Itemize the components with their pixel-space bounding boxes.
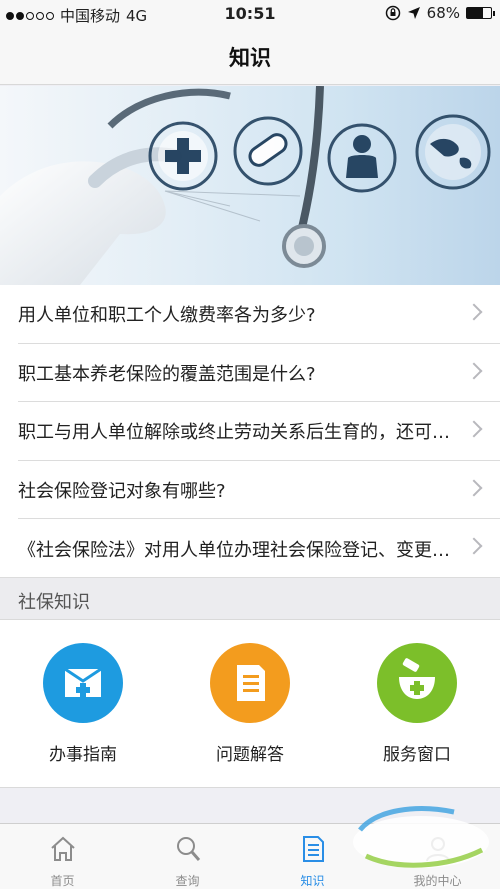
faq-item[interactable]: 职工与用人单位解除或终止劳动关系后生育的，还可以享受生育保险待遇吗? [0,402,500,461]
service-window-button[interactable]: 服务窗口 [334,620,500,788]
banner-image[interactable] [0,86,500,285]
medical-cross-circle [148,121,218,191]
faq-list: 用人单位和职工个人缴费率各为多少? 职工基本养老保险的覆盖范围是什么? 职工与用… [0,285,500,578]
chevron-right-icon [465,420,483,438]
tab-home[interactable]: 首页 [0,824,125,889]
faq-question: 职工与用人单位解除或终止劳动关系后生育的，还可以享受生育保险待遇吗? [18,422,454,444]
service-label: 问题解答 [216,745,284,765]
faq-item[interactable]: 社会保险登记对象有哪些? [0,461,500,520]
faq-item[interactable]: 《社会保险法》对用人单位办理社会保险登记、变更或注销登记是如何规定的? [0,519,500,578]
medical-banner-illustration [0,86,491,285]
faq-question: 《社会保险法》对用人单位办理社会保险登记、变更或注销登记是如何规定的? [18,539,454,561]
location-arrow-icon [407,7,420,19]
section-header: 社保知识 [0,578,500,620]
status-right: 68% [385,4,495,22]
section-title: 社保知识 [18,592,90,613]
envelope-plus-icon [64,667,102,697]
service-circle [43,643,123,723]
service-guide-button[interactable]: 办事指南 [0,620,166,788]
rotation-lock-icon [385,5,400,21]
service-qa-button[interactable]: 问题解答 [167,620,333,788]
document-icon [237,665,265,701]
chevron-right-icon [465,537,483,555]
chevron-right-icon [465,479,483,497]
navigation-bar: 知识 [0,28,500,85]
faq-item[interactable]: 用人单位和职工个人缴费率各为多少? [0,285,500,344]
faq-question: 社会保险登记对象有哪些? [18,481,226,503]
service-label: 服务窗口 [383,745,451,765]
faq-question: 职工基本养老保险的覆盖范围是什么? [18,363,316,385]
faq-item[interactable]: 职工基本养老保险的覆盖范围是什么? [0,344,500,403]
world-map-circle [415,114,491,190]
tab-search[interactable]: 查询 [125,824,250,889]
chevron-right-icon [465,303,483,321]
chevron-right-icon [465,362,483,380]
page-title: 知识 [229,46,271,70]
service-grid: 办事指南 问题解答 服务窗口 [0,620,500,788]
mortar-plus-icon [399,658,435,699]
site-watermark-logo [353,806,489,868]
battery-icon [466,7,495,19]
document-icon [303,836,324,862]
faq-question: 用人单位和职工个人缴费率各为多少? [18,305,316,327]
service-label: 办事指南 [49,745,117,765]
tab-label: 查询 [175,874,200,888]
tab-label: 首页 [50,874,75,888]
battery-percent: 68% [426,4,460,22]
home-icon [51,836,75,861]
status-bar: 中国移动 4G 10:51 68% [0,0,500,28]
search-icon [177,837,201,861]
service-circle [210,643,290,723]
doctor-circle [327,123,397,193]
service-circle [377,643,457,723]
pill-circle [233,116,303,186]
